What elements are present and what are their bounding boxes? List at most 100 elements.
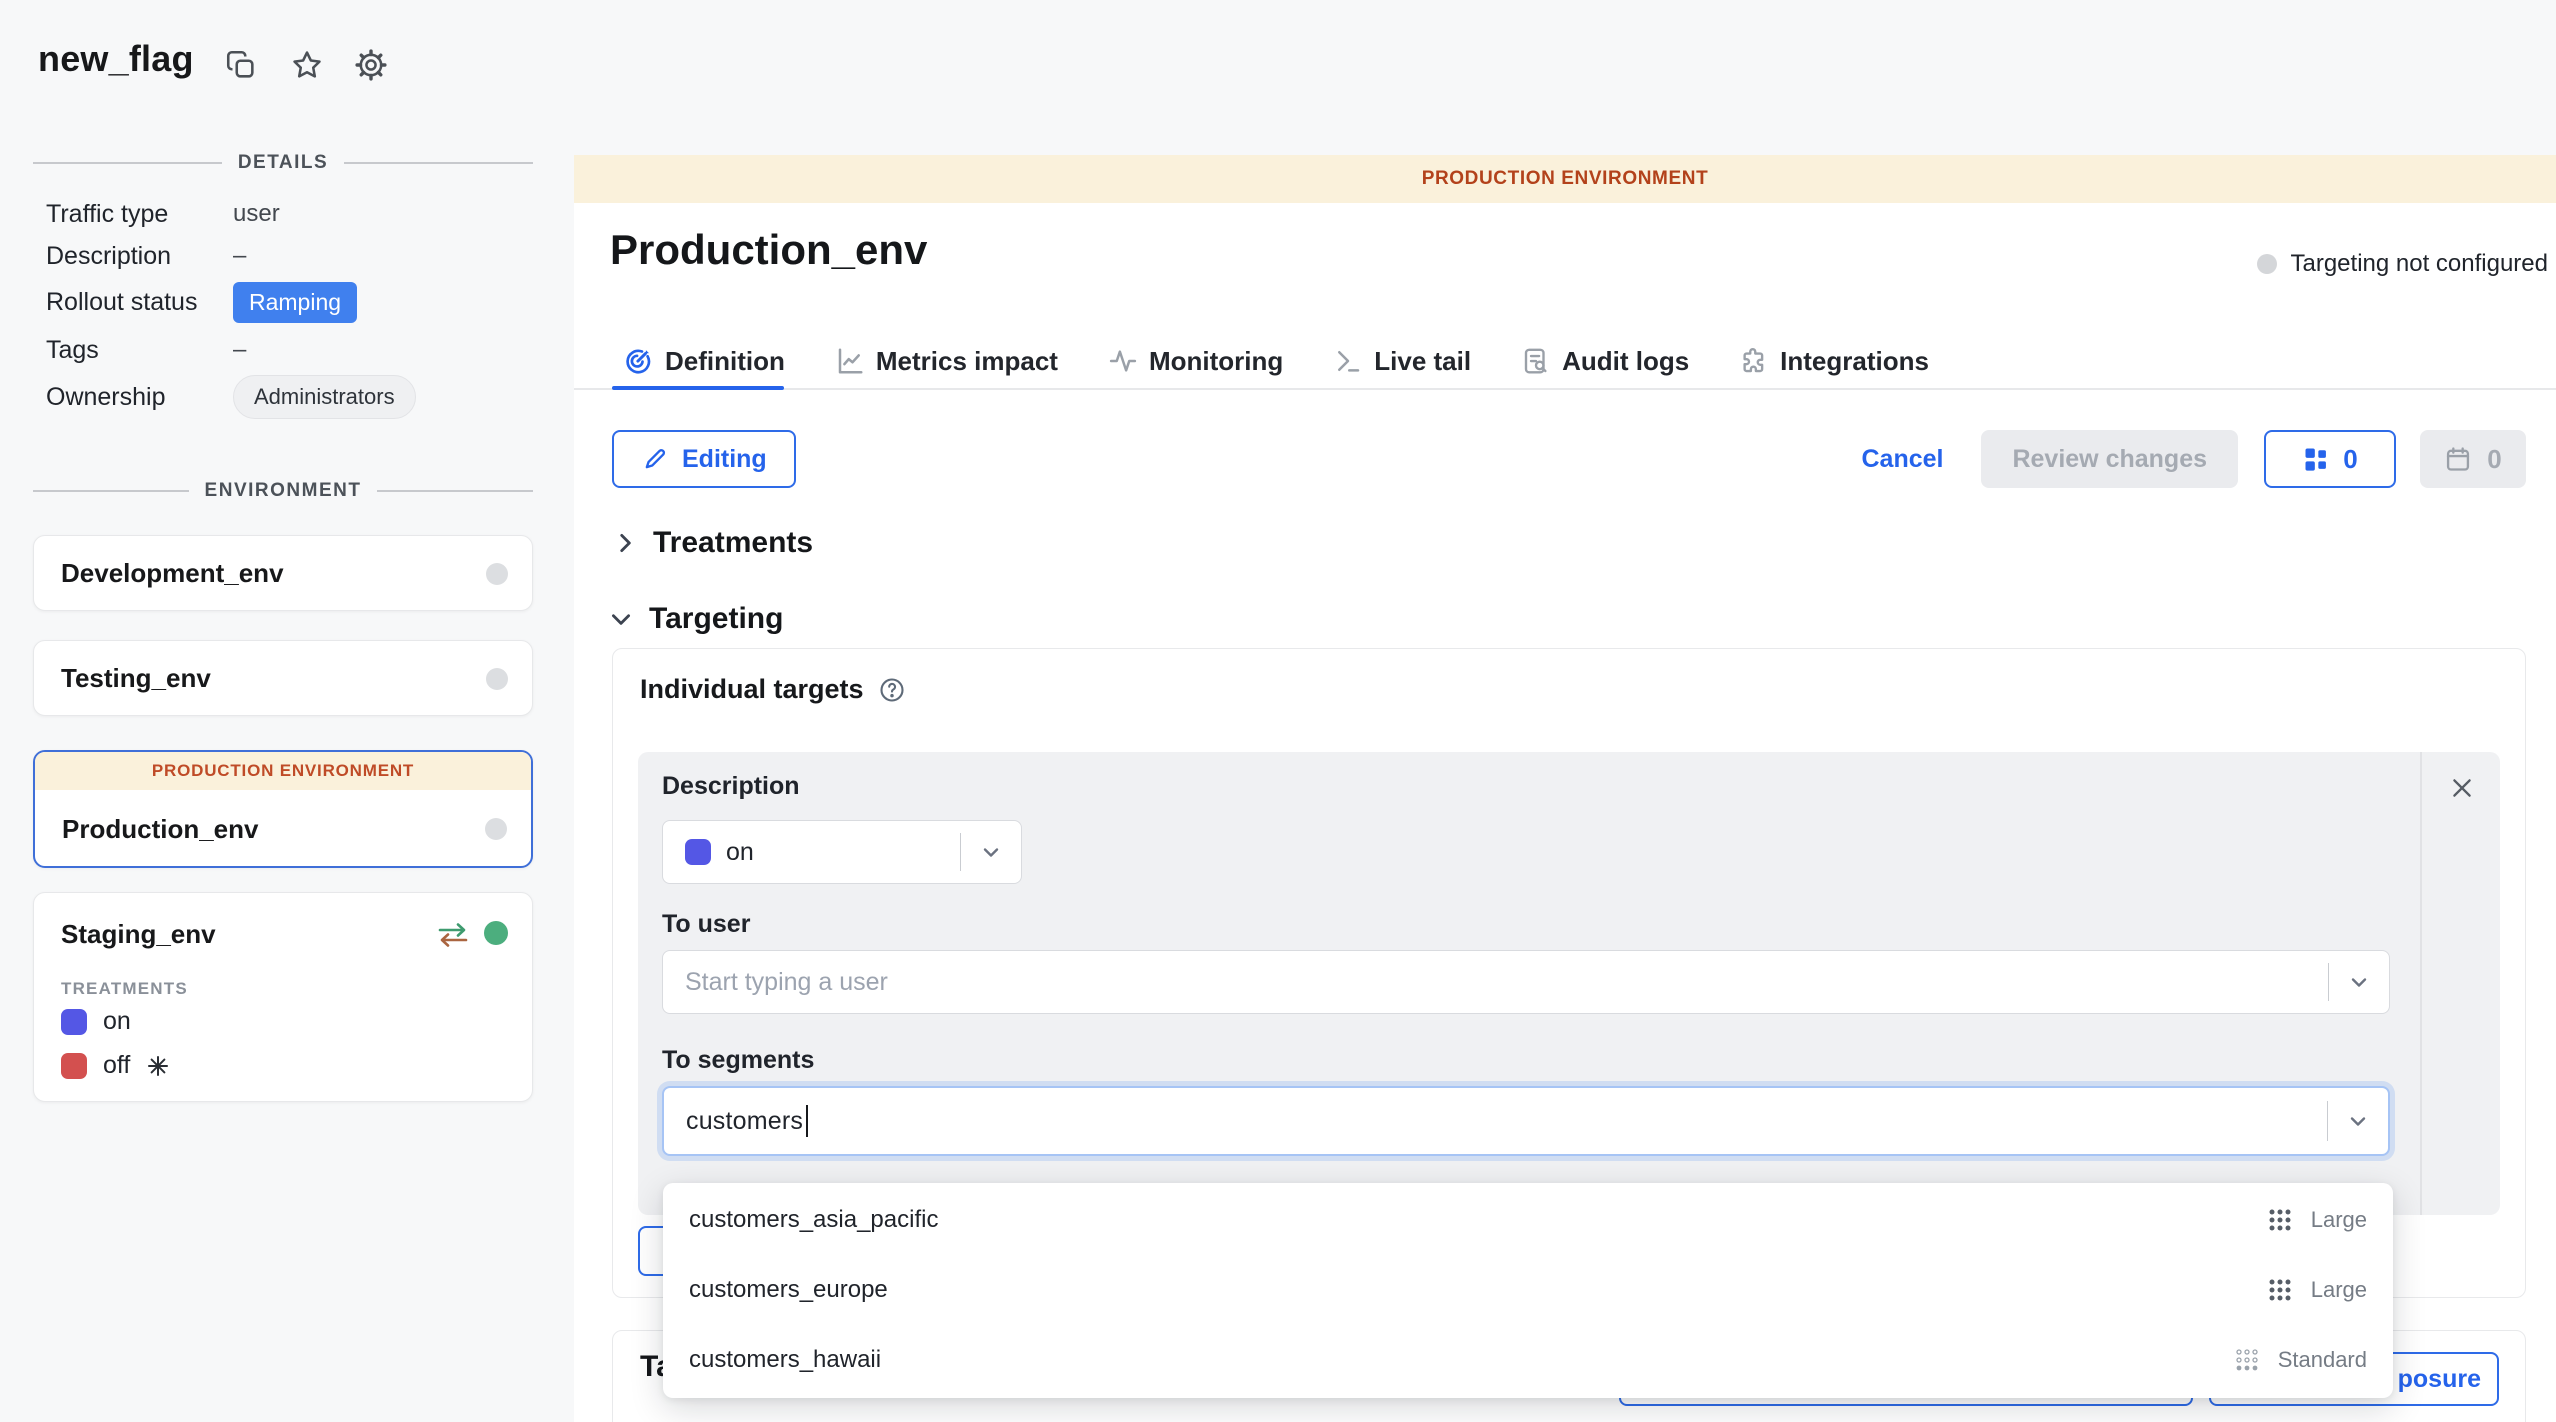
segment-option-hawaii[interactable]: customers_hawaii Standard <box>663 1325 2393 1395</box>
treatment-select[interactable]: on <box>662 820 1022 884</box>
treatment-select-value: on <box>726 838 754 867</box>
rollout-status-badge[interactable]: Ramping <box>233 282 357 323</box>
env-name: Testing_env <box>61 663 211 694</box>
segment-size: Large <box>2311 1277 2367 1303</box>
calendar-icon <box>2444 445 2472 473</box>
tab-label: Audit logs <box>1562 346 1689 377</box>
env-card-production[interactable]: PRODUCTION ENVIRONMENT Production_env <box>33 750 533 868</box>
segment-name: customers_hawaii <box>689 1346 881 1374</box>
detail-label: Description <box>46 242 233 271</box>
to-user-label: To user <box>662 910 750 939</box>
status-dot-green <box>484 921 508 945</box>
exposure-button-label-partial: posure <box>2398 1365 2481 1394</box>
chevron-down-icon[interactable] <box>2328 1109 2388 1133</box>
detail-row-tags: Tags – <box>46 328 533 372</box>
env-card-development[interactable]: Development_env <box>33 535 533 611</box>
transfer-icon <box>436 921 470 954</box>
chevron-down-icon[interactable] <box>961 840 1021 864</box>
to-segments-input[interactable]: customers <box>662 1086 2390 1156</box>
chevron-right-icon <box>612 530 638 556</box>
tab-label: Definition <box>665 346 785 377</box>
to-segments-label: To segments <box>662 1046 814 1075</box>
tab-metrics-impact[interactable]: Metrics impact <box>835 346 1058 377</box>
detail-row-ownership: Ownership Administrators <box>46 372 533 422</box>
chevron-down-icon[interactable] <box>2329 970 2389 994</box>
active-tab-underline <box>612 386 784 390</box>
segment-option-europe[interactable]: customers_europe Large <box>663 1255 2393 1325</box>
detail-label: Ownership <box>46 383 233 412</box>
review-changes-label: Review changes <box>2012 445 2207 474</box>
tab-bar: Definition Metrics impact Monitoring <box>622 338 1929 384</box>
tab-label: Live tail <box>1374 346 1471 377</box>
segment-size: Standard <box>2278 1347 2367 1373</box>
description-label: Description <box>662 772 800 801</box>
editing-button[interactable]: Editing <box>612 430 796 488</box>
tab-definition[interactable]: Definition <box>622 345 785 377</box>
status-dot <box>2257 254 2277 274</box>
env-name: Production_env <box>62 814 258 845</box>
treatment-color-on <box>61 1009 87 1035</box>
grid-count-button[interactable]: 0 <box>2264 430 2396 488</box>
terminal-icon <box>1333 346 1363 376</box>
segments-dropdown: customers_asia_pacific Large customers_e… <box>663 1183 2393 1398</box>
grid-icon <box>2302 445 2330 473</box>
segment-name: customers_europe <box>689 1276 888 1304</box>
chevron-down-icon <box>608 606 634 632</box>
segment-name: customers_asia_pacific <box>689 1206 938 1234</box>
to-segments-value: customers <box>686 1107 803 1136</box>
env-card-staging[interactable]: Staging_env TREATMENTS on off <box>33 892 533 1102</box>
production-env-banner: PRODUCTION ENVIRONMENT <box>35 752 531 790</box>
treatment-color-off <box>61 1053 87 1079</box>
tab-label: Metrics impact <box>876 346 1058 377</box>
status-dot <box>485 818 507 840</box>
chart-icon <box>835 346 865 376</box>
segment-option-asia-pacific[interactable]: customers_asia_pacific Large <box>663 1185 2393 1255</box>
treatment-row-off: off <box>61 1051 170 1080</box>
to-user-input[interactable]: Start typing a user <box>662 950 2390 1014</box>
tab-integrations[interactable]: Integrations <box>1739 346 1929 377</box>
details-divider: DETAILS <box>33 152 533 174</box>
treatments-section-toggle[interactable]: Treatments <box>612 526 813 560</box>
detail-value: user <box>233 200 280 228</box>
environment-title: Production_env <box>610 226 927 274</box>
target-rule-card-divider <box>2420 752 2422 1215</box>
tab-audit-logs[interactable]: Audit logs <box>1521 346 1689 377</box>
calendar-count: 0 <box>2487 444 2501 475</box>
env-card-testing[interactable]: Testing_env <box>33 640 533 716</box>
audit-logs-icon <box>1521 346 1551 376</box>
ownership-pill[interactable]: Administrators <box>233 375 416 419</box>
editing-label: Editing <box>682 445 767 474</box>
tabbar-border <box>574 388 2556 390</box>
production-environment-banner: PRODUCTION ENVIRONMENT <box>574 155 2556 203</box>
to-user-placeholder: Start typing a user <box>685 968 888 997</box>
close-icon[interactable] <box>2444 770 2480 806</box>
detail-row-description: Description – <box>46 234 533 278</box>
env-name: Staging_env <box>61 919 216 950</box>
gear-icon[interactable] <box>352 46 390 84</box>
review-changes-button[interactable]: Review changes <box>1981 430 2238 488</box>
help-icon[interactable] <box>878 676 906 704</box>
cancel-button[interactable]: Cancel <box>1861 445 1943 474</box>
targeting-section-title: Targeting <box>649 602 783 636</box>
tab-live-tail[interactable]: Live tail <box>1333 346 1471 377</box>
detail-value: – <box>233 242 246 270</box>
puzzle-icon <box>1739 346 1769 376</box>
page-title: new_flag <box>38 38 194 80</box>
targeting-status-text: Targeting not configured <box>2290 250 2548 278</box>
calendar-count-button[interactable]: 0 <box>2420 430 2526 488</box>
dot-grid-solid-icon <box>2267 1277 2293 1303</box>
tab-monitoring[interactable]: Monitoring <box>1108 346 1283 377</box>
targeting-section-toggle[interactable]: Targeting <box>608 602 783 636</box>
targeting-status: Targeting not configured <box>2257 250 2548 278</box>
tab-label: Monitoring <box>1149 346 1283 377</box>
status-dot <box>486 563 508 585</box>
asterisk-icon <box>146 1054 170 1078</box>
detail-row-traffic-type: Traffic type user <box>46 192 533 236</box>
treatment-name: off <box>103 1051 130 1080</box>
dot-grid-light-icon <box>2234 1347 2260 1373</box>
star-icon[interactable] <box>288 46 326 84</box>
detail-label: Rollout status <box>46 288 233 317</box>
treatments-heading: TREATMENTS <box>61 979 188 999</box>
copy-icon[interactable] <box>222 46 260 84</box>
detail-row-rollout-status: Rollout status Ramping <box>46 278 533 326</box>
